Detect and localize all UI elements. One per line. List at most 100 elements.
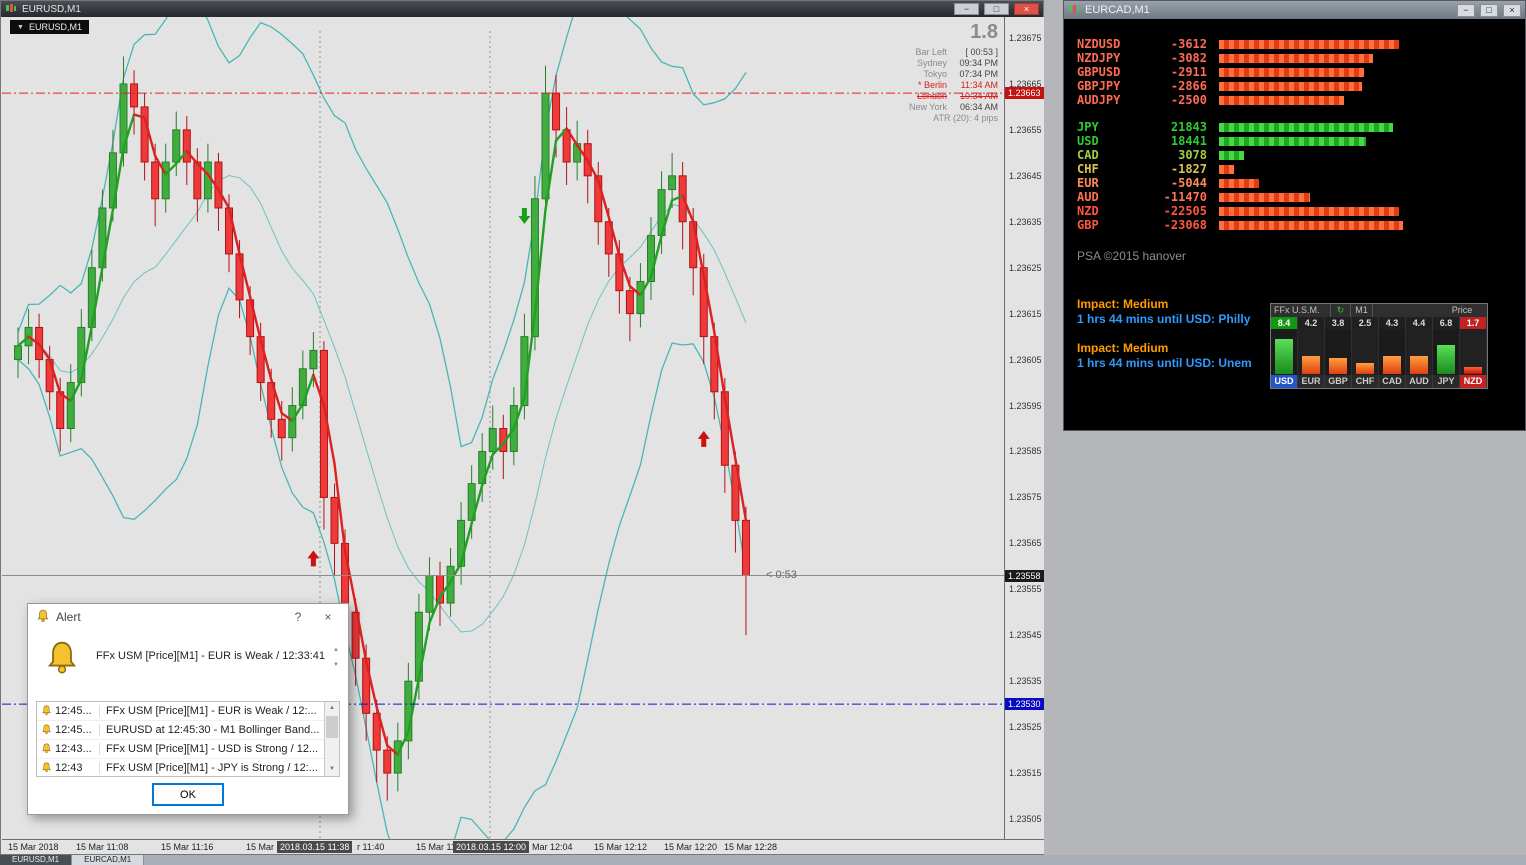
strength-row: AUD -11470 xyxy=(1064,190,1525,204)
alert-list-item[interactable]: 12:45... FFx USM [Price][M1] - EUR is Wea… xyxy=(37,702,324,721)
strength-value: -11470 xyxy=(1163,190,1207,204)
usm-bar-column xyxy=(1460,329,1487,375)
alert-list-item[interactable]: 12:45... EURUSD at 12:45:30 - M1 Bollinge… xyxy=(37,721,324,740)
price-axis-label: 1.23535 xyxy=(1009,676,1042,687)
chart-icon xyxy=(5,3,17,16)
signal-arrow-up xyxy=(307,550,320,567)
bell-icon xyxy=(37,703,55,719)
time-axis-label: 15 Mar 12:12 xyxy=(594,842,648,852)
strength-value: 18441 xyxy=(1170,134,1207,148)
alert-item-time: 12:45... xyxy=(55,724,92,736)
minimize-button[interactable]: − xyxy=(954,3,979,15)
currency-strength-list: JPY 21843 USD 18441 CAD 3078 CHF -1827 EUR -5044 A… xyxy=(1064,120,1525,232)
usm-bar-chart xyxy=(1271,329,1487,375)
clock-value: 10:34 AM xyxy=(959,91,998,101)
alert-item-text: EURUSD at 12:45:30 - M1 Bollinger Band..… xyxy=(99,724,324,736)
signal-arrow-up xyxy=(697,430,710,447)
strength-row: GBPUSD -2911 xyxy=(1064,65,1525,79)
price-axis-label: 1.23625 xyxy=(1009,262,1042,273)
strength-symbol: JPY xyxy=(1077,120,1099,134)
strength-symbol: GBP xyxy=(1077,218,1099,232)
bell-icon xyxy=(36,609,50,626)
price-axis-label: 1.23595 xyxy=(1009,400,1042,411)
strength-symbol: AUD xyxy=(1077,190,1099,204)
eurcad-window-title: EURCAD,M1 xyxy=(1085,4,1150,16)
strength-bar xyxy=(1219,53,1373,63)
strength-bar xyxy=(1219,164,1234,174)
eurusd-window-title: EURUSD,M1 xyxy=(22,3,81,15)
price-axis-label: 1.23515 xyxy=(1009,768,1042,779)
alert-item-time: 12:45... xyxy=(55,705,92,717)
usm-bar xyxy=(1355,363,1375,374)
time-axis-label: r 11:40 xyxy=(357,842,385,852)
copyright-label: PSA ©2015 hanover xyxy=(1077,249,1186,263)
usm-currency-label: AUD xyxy=(1406,375,1433,388)
strength-symbol: CHF xyxy=(1077,162,1099,176)
alert-message: FFx USM [Price][M1] - EUR is Weak / 12:3… xyxy=(96,650,326,662)
strength-value: -1827 xyxy=(1170,162,1207,176)
strength-symbol: EUR xyxy=(1077,176,1099,190)
usm-header: FFx U.S.M. ↻ M1 Price xyxy=(1271,304,1487,317)
spinner-up-button[interactable]: ▲ xyxy=(329,644,343,655)
usm-price-label: Price xyxy=(1451,305,1473,315)
price-axis-label: 1.23615 xyxy=(1009,308,1042,319)
time-axis[interactable]: 15 Mar 2018 15 Mar 11:08 15 Mar 11:16 15 Ma… xyxy=(2,839,1044,854)
clock-value: 07:34 PM xyxy=(959,69,998,79)
minimize-button[interactable]: − xyxy=(1457,3,1475,17)
clock-value: [ 00:53 ] xyxy=(965,47,998,57)
bell-icon xyxy=(47,641,77,674)
strength-bar xyxy=(1219,150,1244,160)
restore-button[interactable]: □ xyxy=(1480,3,1498,17)
strength-bar xyxy=(1219,136,1366,146)
usm-bar-column xyxy=(1298,329,1325,375)
strength-value: -2911 xyxy=(1170,65,1207,79)
window-tab-eurcad-m1[interactable]: EURCAD,M1 xyxy=(72,855,145,865)
usm-currency-label: GBP xyxy=(1325,375,1352,388)
usm-currency-label: EUR xyxy=(1298,375,1325,388)
strength-bar xyxy=(1219,220,1403,230)
scrollbar[interactable]: ▲ ▼ xyxy=(324,702,339,776)
scroll-down-button[interactable]: ▼ xyxy=(325,763,339,776)
market-clock-row: Tokyo 07:34 PM xyxy=(909,69,998,80)
strength-bar xyxy=(1219,178,1259,188)
time-axis-label: 15 Mar 11:16 xyxy=(161,842,214,852)
strength-row: USD 18441 xyxy=(1064,134,1525,148)
chart-icon xyxy=(1068,4,1080,17)
price-axis-label: 1.23635 xyxy=(1009,216,1042,227)
alert-titlebar: Alert ? × xyxy=(28,604,348,630)
clock-label: Sydney xyxy=(916,58,947,68)
usm-bar xyxy=(1328,358,1348,374)
price-axis[interactable]: 1.23675 1.23665 1.23655 1.23645 1.23635 1.236… xyxy=(1004,17,1044,839)
spinner-down-button[interactable]: ▼ xyxy=(329,659,343,670)
mt4-workspace: EURUSD,M1 − □ × ▼ EURUSD,M1 1.8 Bar Left… xyxy=(0,0,1526,865)
strength-symbol: NZDJPY xyxy=(1077,51,1121,65)
alert-history-list[interactable]: 12:45... FFx USM [Price][M1] - EUR is Wea… xyxy=(36,701,340,777)
strength-bar xyxy=(1219,95,1344,105)
spread-indicator: 1.8 xyxy=(970,21,998,43)
window-tab-eurusd-m1[interactable]: EURUSD,M1 xyxy=(0,855,73,865)
market-clock-row: ATR (20): 4 pips xyxy=(909,113,998,124)
strength-row: CAD 3078 xyxy=(1064,148,1525,162)
close-icon[interactable]: × xyxy=(316,607,340,627)
scrollbar-thumb[interactable] xyxy=(326,716,338,738)
time-axis-label: 15 Mar 11:08 xyxy=(76,842,129,852)
usm-bar xyxy=(1436,345,1456,374)
alert-list-item[interactable]: 12:43... FFx USM [Price][M1] - USD is Str… xyxy=(37,740,324,759)
currency-strength-panel: NZDUSD -3612 NZDJPY -3082 GBPUSD -2911 GBPJPY -… xyxy=(1064,19,1525,430)
help-button[interactable]: ? xyxy=(286,607,310,627)
close-button[interactable]: × xyxy=(1014,3,1039,15)
strength-symbol: GBPJPY xyxy=(1077,79,1121,93)
usm-bar xyxy=(1409,356,1429,374)
symbol-selector-chip[interactable]: ▼ EURUSD,M1 xyxy=(10,20,89,34)
ok-button[interactable]: OK xyxy=(152,783,224,806)
usm-bar-column xyxy=(1433,329,1460,375)
usm-value: 1.7 xyxy=(1460,317,1487,329)
usm-currency-label: JPY xyxy=(1433,375,1460,388)
restore-button[interactable]: □ xyxy=(984,3,1009,15)
scroll-up-button[interactable]: ▲ xyxy=(325,702,339,715)
usm-bar-column xyxy=(1406,329,1433,375)
close-button[interactable]: × xyxy=(1503,3,1521,17)
bell-icon xyxy=(44,640,80,679)
alert-list-item[interactable]: 12:43 FFx USM [Price][M1] - JPY is Strong… xyxy=(37,759,324,776)
candle-countdown: < 0:53 xyxy=(766,569,797,581)
